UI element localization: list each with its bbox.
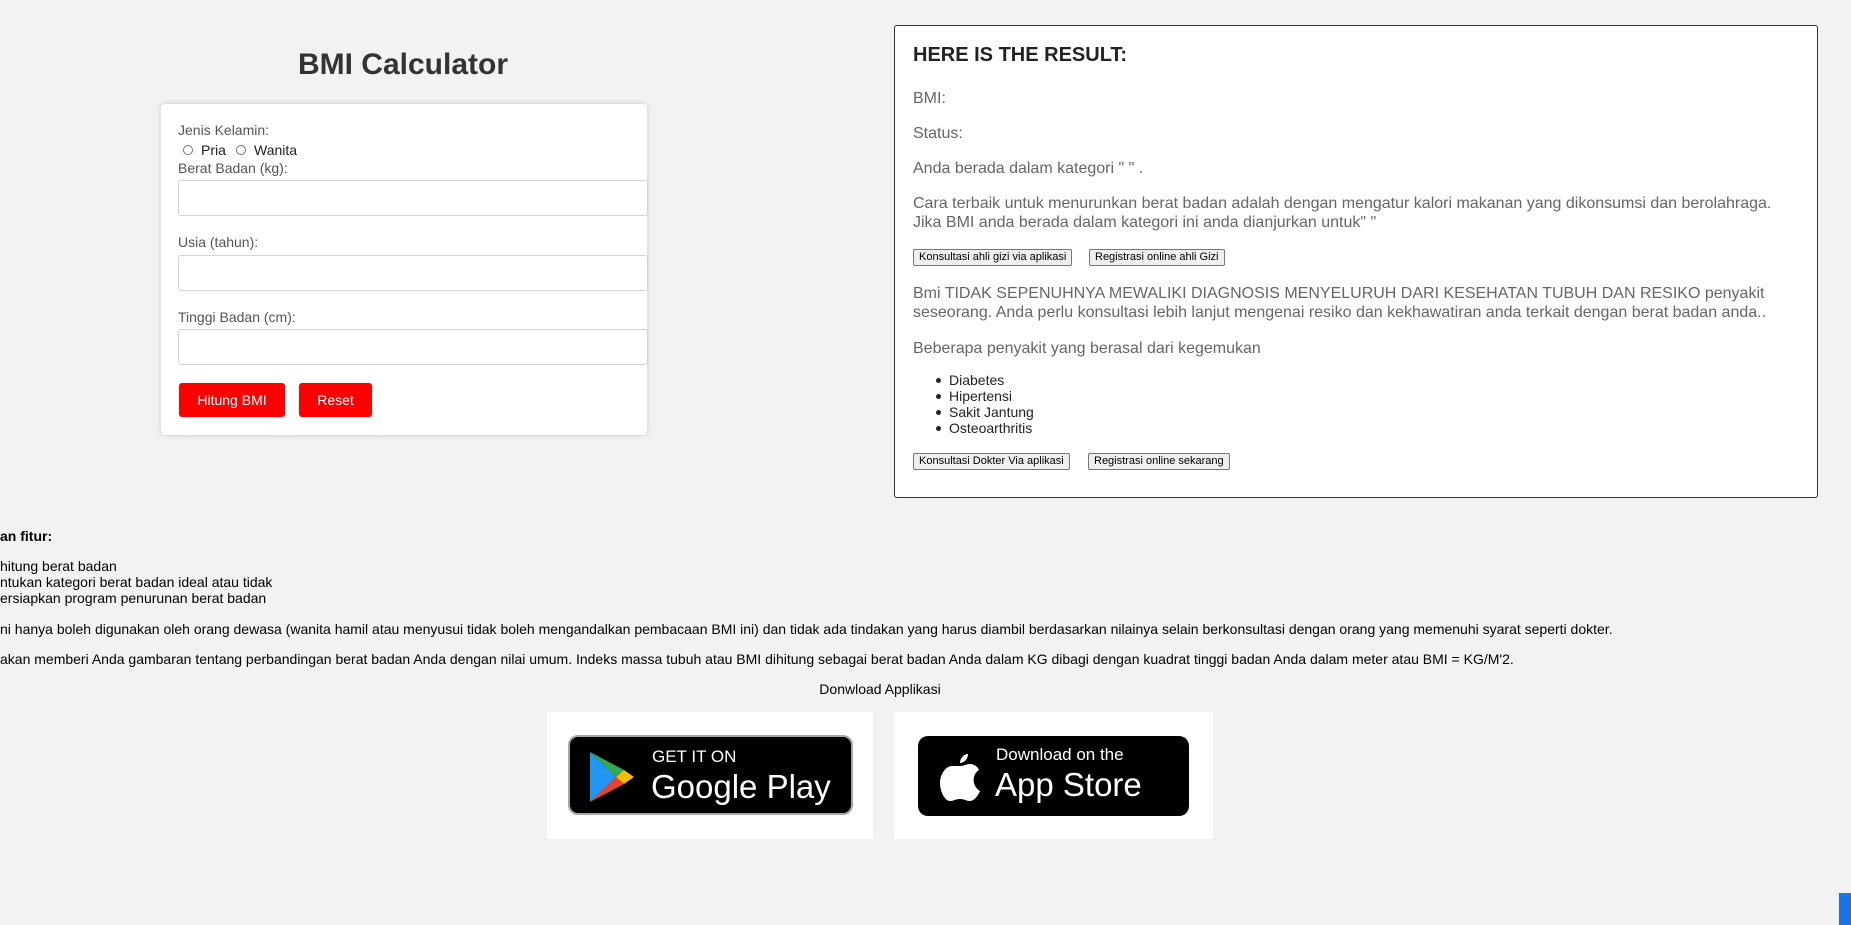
age-label: Usia (tahun): [178, 234, 259, 250]
scrollbar-top[interactable] [1839, 0, 1851, 12]
consult-doctor-app-button[interactable]: Konsultasi Dokter Via aplikasi [913, 453, 1070, 470]
google-play-badge[interactable]: GET IT ON Google Play [568, 735, 853, 815]
app-store-box: Download on the App Store [894, 712, 1213, 839]
register-nutritionist-online-button[interactable]: Registrasi online ahli Gizi [1089, 249, 1225, 266]
weight-label: Berat Badan (kg): [178, 160, 288, 176]
google-play-box: GET IT ON Google Play [547, 712, 873, 839]
calculator-card: Jenis Kelamin: Pria Wanita Berat Badan (… [161, 104, 648, 435]
disclaimer-line2: seseorang. Anda perlu konsultasi lebih l… [913, 304, 1767, 321]
register-online-now-button[interactable]: Registrasi online sekarang [1088, 453, 1230, 470]
usage-note: ni hanya boleh digunakan oleh orang dewa… [0, 621, 1613, 637]
feature-item: hitung berat badan [0, 558, 117, 574]
status-label: Status: [913, 125, 963, 142]
app-store-badge[interactable]: Download on the App Store [918, 736, 1189, 816]
calculator-title: BMI Calculator [297, 48, 509, 81]
gender-option-wanita: Wanita [254, 142, 298, 158]
list-item: Sakit Jantung [936, 404, 1034, 420]
advice-text-line1: Cara terbaik untuk menurunkan berat bada… [913, 195, 1772, 212]
bmi-label: BMI: [913, 90, 946, 107]
bmi-explanation: akan memberi Anda gambaran tentang perba… [0, 651, 1514, 667]
disclaimer-line1: Bmi TIDAK SEPENUHNYA MEWALIKI DIAGNOSIS … [913, 285, 1765, 302]
google-play-icon [590, 752, 634, 802]
gender-option-pria: Pria [201, 142, 226, 158]
list-item: Hipertensi [936, 388, 1012, 404]
result-heading: HERE IS THE RESULT: [913, 44, 1128, 66]
height-input[interactable] [178, 329, 648, 365]
category-text: Anda berada dalam kategori " " . [913, 160, 1144, 177]
bullet-icon [936, 410, 941, 415]
weight-input[interactable] [178, 180, 648, 216]
consult-nutritionist-app-button[interactable]: Konsultasi ahli gizi via aplikasi [913, 249, 1073, 266]
advice-text-line2: Jika BMI anda berada dalam kategori ini … [913, 214, 1377, 231]
feature-item: ntukan kategori berat badan ideal atau t… [0, 574, 273, 590]
height-label: Tinggi Badan (cm): [178, 309, 296, 325]
bullet-icon [936, 378, 941, 383]
reset-button[interactable]: Reset [299, 383, 372, 417]
gender-radio-wanita[interactable] [236, 145, 246, 155]
download-heading: Donwload Applikasi [819, 681, 941, 697]
diseases-heading: Beberapa penyakit yang berasal dari kege… [913, 340, 1261, 357]
result-panel: HERE IS THE RESULT: BMI: Status: Anda be… [894, 25, 1818, 498]
scrollbar-bottom[interactable] [1839, 893, 1851, 925]
list-item: Osteoarthritis [936, 420, 1032, 436]
age-input[interactable] [178, 255, 648, 291]
calculate-bmi-button[interactable]: Hitung BMI [179, 383, 285, 417]
google-play-small-text: GET IT ON [652, 747, 737, 766]
google-play-big-text: Google Play [651, 768, 831, 805]
app-store-big-text: App Store [995, 766, 1142, 803]
bullet-icon [936, 426, 941, 431]
gender-label: Jenis Kelamin: [178, 122, 270, 138]
app-store-small-text: Download on the [996, 745, 1124, 764]
features-heading: an fitur: [0, 528, 53, 544]
gender-radio-pria[interactable] [183, 145, 193, 155]
list-item: Diabetes [936, 372, 1004, 388]
bullet-icon [936, 394, 941, 399]
feature-item: ersiapkan program penurunan berat badan [0, 590, 267, 606]
apple-icon [940, 754, 980, 801]
